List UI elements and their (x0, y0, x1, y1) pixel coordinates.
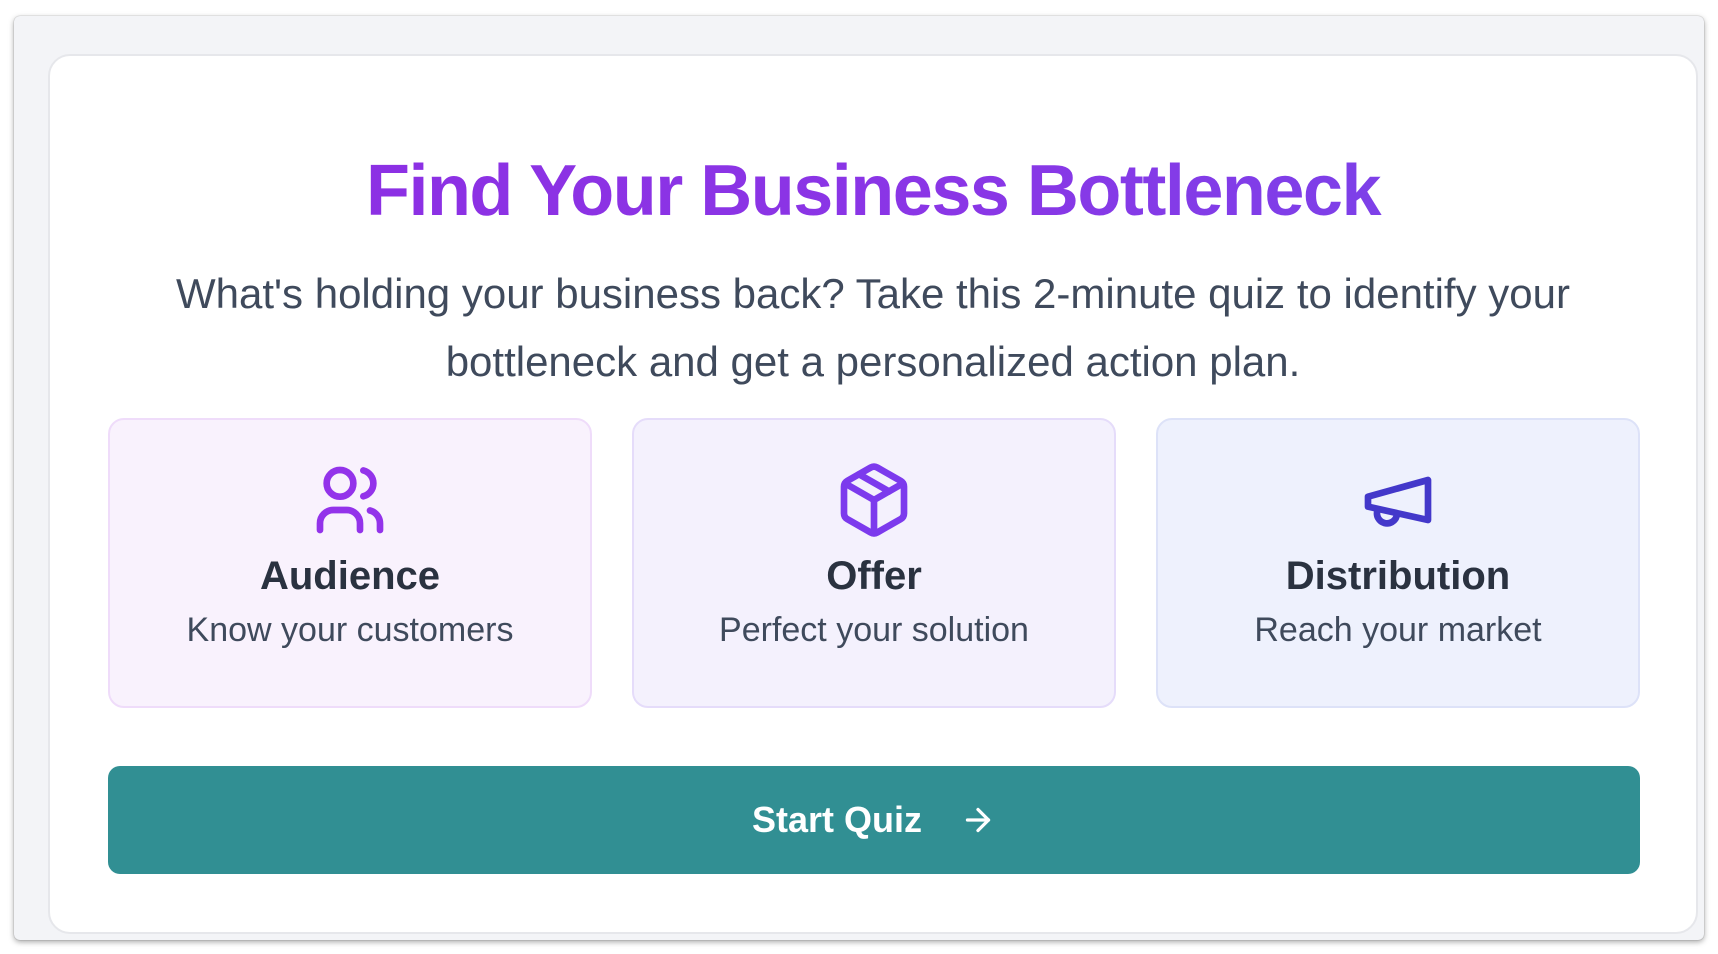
feature-description: Reach your market (1254, 611, 1542, 649)
page-subtitle: What's holding your business back? Take … (176, 270, 1570, 385)
quiz-intro-card: Find Your Business Bottleneck What's hol… (48, 54, 1698, 934)
feature-cards: Audience Know your customers Offer Perfe… (108, 418, 1640, 708)
page-title: Find Your Business Bottleneck (50, 151, 1696, 231)
window-frame: Find Your Business Bottleneck What's hol… (14, 16, 1704, 940)
feature-description: Know your customers (186, 611, 514, 649)
users-icon (310, 460, 390, 540)
package-icon (834, 460, 914, 540)
feature-title: Audience (259, 554, 441, 598)
feature-title: Distribution (1285, 554, 1511, 598)
feature-card-audience: Audience Know your customers (108, 418, 592, 708)
start-quiz-label: Start Quiz (751, 799, 922, 840)
start-quiz-button[interactable]: Start Quiz (108, 766, 1640, 874)
feature-description: Perfect your solution (719, 611, 1029, 649)
feature-title: Offer (826, 554, 922, 598)
arrow-right-icon (965, 807, 991, 833)
feature-card-offer: Offer Perfect your solution (632, 418, 1116, 708)
feature-card-distribution: Distribution Reach your market (1156, 418, 1640, 708)
megaphone-icon (1358, 460, 1438, 540)
